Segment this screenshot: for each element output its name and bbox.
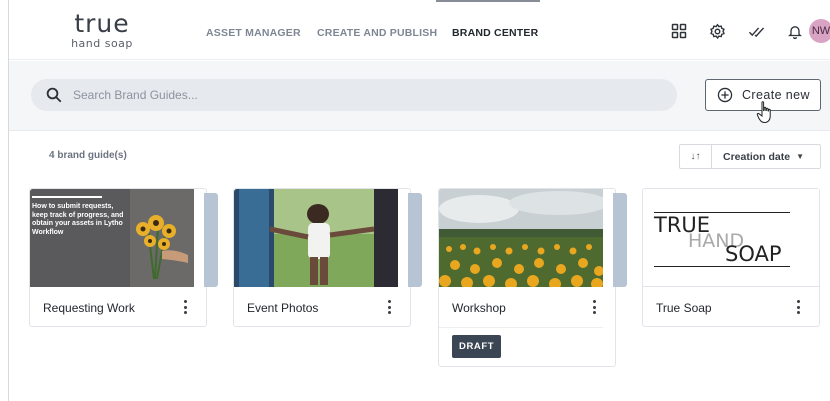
double-check-icon[interactable] <box>745 20 767 42</box>
search-toolbar: Create new <box>9 61 830 131</box>
card-thumbnail[interactable] <box>439 189 603 287</box>
thumbnail-image: TRUE HAND SOAP <box>643 189 819 286</box>
card-title-row: True Soap <box>643 287 821 327</box>
search-input[interactable] <box>73 88 653 102</box>
app-window: true hand soap ASSET MANAGER CREATE AND … <box>8 0 830 401</box>
search-icon <box>46 87 62 103</box>
card-stack-edge <box>613 193 627 287</box>
nav-create-and-publish[interactable]: CREATE AND PUBLISH <box>317 0 437 60</box>
avatar[interactable]: NW <box>809 19 830 43</box>
brand-guide-card[interactable]: TRUE HAND SOAP True Soap <box>642 188 820 327</box>
brand-logo[interactable]: true hand soap <box>71 9 133 50</box>
more-options-icon[interactable] <box>793 298 803 316</box>
card-title[interactable]: Requesting Work <box>43 301 135 315</box>
nav-brand-center[interactable]: BRAND CENTER <box>436 0 540 60</box>
sort-select[interactable]: Creation date <box>723 151 790 163</box>
card-thumbnail[interactable] <box>234 189 398 287</box>
card-title-row: Requesting Work <box>30 287 208 327</box>
brand-guide-count: 4 brand guide(s) <box>49 150 127 161</box>
sort-control: ↓↑ Creation date ▼ <box>679 144 821 169</box>
top-navigation-bar: true hand soap ASSET MANAGER CREATE AND … <box>9 0 830 60</box>
logo-word: true <box>74 9 130 38</box>
card-divider <box>439 327 603 328</box>
hand-cursor-icon <box>756 101 771 124</box>
thumbnail-image <box>234 189 398 287</box>
card-stack-edge <box>204 193 218 287</box>
card-thumbnail[interactable]: How to submit requests, keep track of pr… <box>30 189 194 287</box>
brand-guide-card[interactable]: Workshop DRAFT <box>438 188 627 367</box>
thumbnail-caption: How to submit requests, keep track of pr… <box>32 203 124 236</box>
bell-icon[interactable] <box>784 20 806 42</box>
header-actions: NW <box>631 19 830 44</box>
gear-icon[interactable] <box>706 20 728 42</box>
card-title-row: Workshop <box>439 287 617 327</box>
status-badge: DRAFT <box>452 335 502 358</box>
more-options-icon[interactable] <box>589 298 599 316</box>
card-stack-edge <box>408 193 422 287</box>
nav-asset-manager[interactable]: ASSET MANAGER <box>206 0 301 60</box>
brand-guide-card[interactable]: How to submit requests, keep track of pr… <box>29 188 218 327</box>
card-title[interactable]: True Soap <box>656 301 712 315</box>
chevron-down-icon[interactable]: ▼ <box>796 152 804 161</box>
more-options-icon[interactable] <box>384 298 394 316</box>
card-thumbnail[interactable]: TRUE HAND SOAP <box>643 189 819 287</box>
brand-guide-card[interactable]: Event Photos <box>233 188 422 327</box>
plus-circle-icon <box>717 87 733 103</box>
thumbnail-image <box>439 189 603 287</box>
sort-direction-icon[interactable]: ↓↑ <box>680 145 712 168</box>
logo-subtitle: hand soap <box>71 37 133 50</box>
search-bar <box>31 79 677 111</box>
card-title[interactable]: Event Photos <box>247 301 318 315</box>
apps-grid-icon[interactable] <box>668 20 690 42</box>
more-options-icon[interactable] <box>180 298 190 316</box>
card-title[interactable]: Workshop <box>452 301 506 315</box>
logo-word-soap: SOAP <box>725 242 782 266</box>
card-title-row: Event Photos <box>234 287 412 327</box>
